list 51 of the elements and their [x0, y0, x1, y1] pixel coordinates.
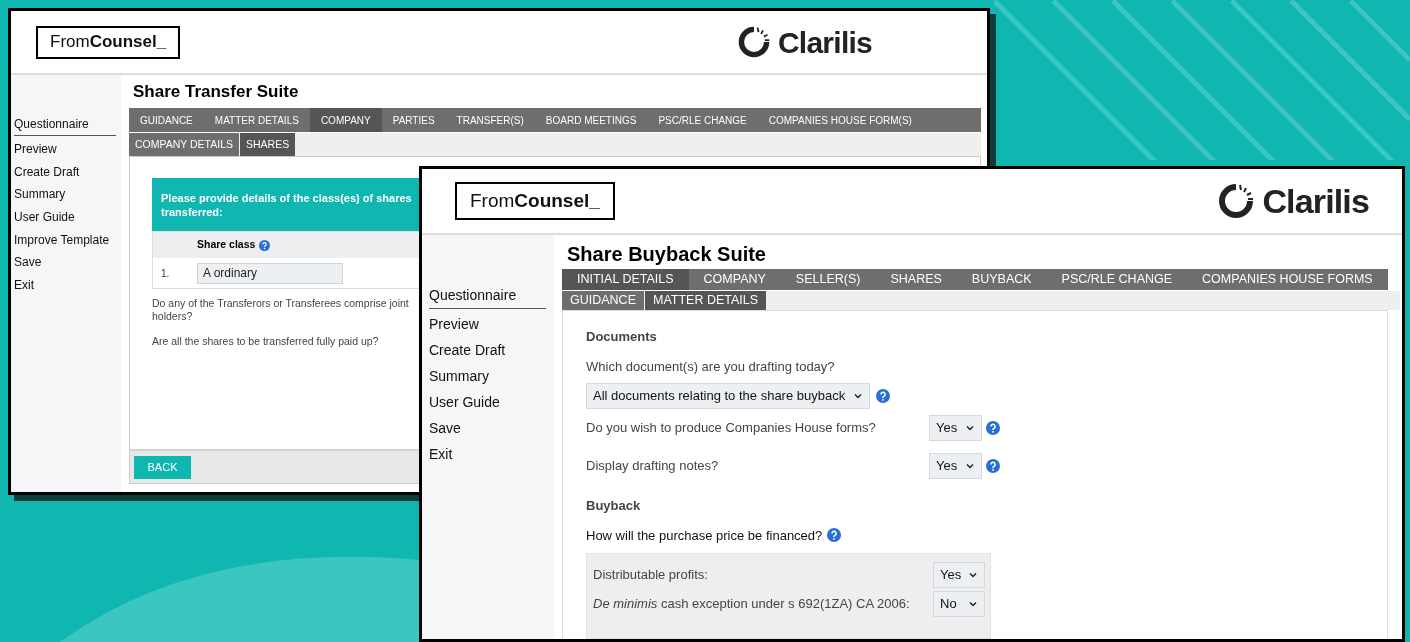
tab[interactable]: INITIAL DETAILS: [562, 269, 689, 290]
panel-title: Please provide details of the class(es) of shares transferred:: [161, 191, 413, 219]
sidebar-item[interactable]: Improve Template: [14, 228, 116, 252]
sidebar-item[interactable]: Exit: [429, 441, 546, 467]
option-label: Distributable profits:: [593, 565, 709, 584]
fromcounsel-logo[interactable]: FromCounsel_: [455, 182, 615, 220]
sidebar-item[interactable]: Questionnaire: [429, 283, 546, 309]
section-heading: Documents: [586, 328, 658, 346]
sidebar-item[interactable]: Questionnaire: [14, 113, 116, 136]
dropdown[interactable]: All documents relating to the share buyback: [586, 382, 871, 409]
question-label: Display drafting notes?: [586, 456, 720, 475]
page-title: Share Buyback Suite: [566, 242, 767, 267]
help-icon[interactable]: [827, 528, 842, 543]
subtab[interactable]: GUIDANCE: [562, 290, 644, 310]
sidebar-item[interactable]: Summary: [429, 363, 546, 389]
sidebar-item[interactable]: Save: [429, 415, 546, 441]
sidebar-item[interactable]: Create Draft: [14, 160, 116, 184]
row-number: 1.: [160, 266, 171, 281]
option-label: De minimis cash exception under s 692(1ZA) CA 2006:: [593, 594, 911, 613]
page-title: Share Transfer Suite: [132, 81, 300, 103]
tab[interactable]: COMPANY: [309, 108, 382, 132]
sidebar-item[interactable]: Preview: [429, 311, 546, 337]
sidebar-item[interactable]: User Guide: [14, 205, 116, 229]
question-text: Do any of the Transferors or Transferees comprise joint holders?: [152, 297, 410, 322]
subtab[interactable]: COMPANY DETAILS: [129, 133, 240, 156]
subtab[interactable]: MATTER DETAILS: [645, 290, 767, 310]
question-label: Do you wish to produce Companies House forms?: [586, 418, 877, 437]
sidebar-item[interactable]: User Guide: [429, 389, 546, 415]
question-text: Are all the shares to be transferred fully paid up?: [152, 335, 380, 348]
sidebar-item[interactable]: Preview: [14, 137, 116, 161]
help-icon[interactable]: [986, 420, 1000, 435]
dropdown[interactable]: Yes: [933, 561, 985, 588]
sidebar-item[interactable]: Exit: [14, 273, 116, 297]
dropdown[interactable]: No: [933, 590, 985, 617]
section-heading: Buyback: [586, 496, 642, 515]
brand-name: Clarilis: [1262, 180, 1369, 222]
question-label: How will the purchase price be financed?: [586, 526, 823, 545]
dropdown[interactable]: Yes: [929, 452, 982, 479]
question-label: Which document(s) are you drafting today?: [586, 358, 836, 376]
sidebar-item[interactable]: Summary: [14, 183, 116, 206]
brand-name: Clarilis: [777, 24, 872, 61]
sidebar-item[interactable]: Save: [14, 251, 116, 274]
text-field[interactable]: A ordinary: [197, 262, 343, 284]
help-icon[interactable]: [876, 388, 891, 403]
dropdown[interactable]: Yes: [929, 414, 982, 441]
subtab[interactable]: SHARES: [240, 133, 296, 156]
sidebar-item[interactable]: Create Draft: [429, 337, 546, 363]
help-icon[interactable]: [259, 239, 271, 251]
help-icon[interactable]: [986, 458, 1000, 473]
fromcounsel-logo[interactable]: FromCounsel_: [36, 25, 181, 59]
column-header: Share class: [197, 237, 256, 253]
